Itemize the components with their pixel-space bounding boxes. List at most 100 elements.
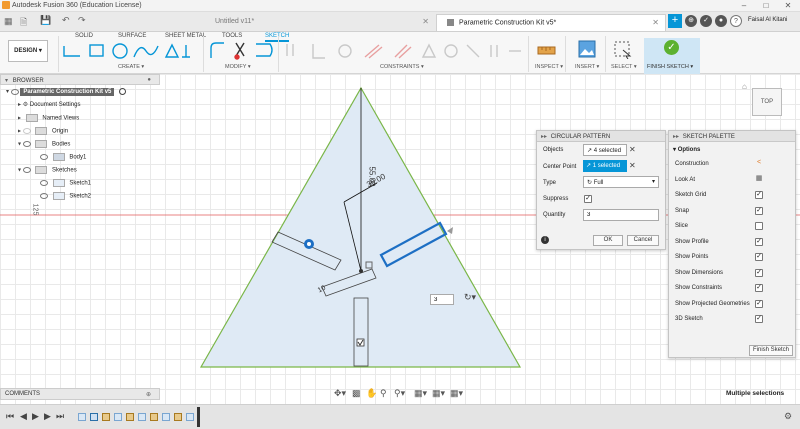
clear-center-icon[interactable]: ✕ [629, 161, 636, 170]
info-icon[interactable]: i [541, 236, 549, 244]
dialog-header[interactable]: ▸▸ CIRCULAR PATTERN [537, 131, 665, 142]
extensions-icon[interactable]: ⊕ [685, 15, 697, 27]
zoom-icon[interactable]: ⚲ [380, 388, 387, 399]
quantity-manipulator-input[interactable] [430, 294, 454, 305]
palette-option-checkbox[interactable]: ✓ [755, 206, 763, 215]
palette-option-checkbox[interactable]: ✓ [755, 268, 763, 277]
look-at-icon[interactable]: ▩ [352, 388, 361, 399]
palette-option-checkbox[interactable]: ✓ [755, 253, 763, 261]
select-icon[interactable] [614, 41, 632, 59]
comments-panel[interactable]: COMMENTS ⊕ [0, 388, 160, 400]
finish-sketch-button[interactable]: ✓ FINISH SKETCH ▾ [644, 38, 700, 74]
browser-item-root[interactable]: ▾ Parametric Construction Kit v5 [6, 88, 127, 100]
palette-option-checkbox[interactable]: ✓ [755, 191, 763, 199]
step-back-icon[interactable]: ◀ [20, 411, 27, 422]
browser-header[interactable]: ▾ BROWSER ● [0, 74, 160, 85]
clear-objects-icon[interactable]: ✕ [629, 145, 636, 154]
timeline-sketch-icon[interactable] [90, 413, 98, 421]
user-name[interactable]: Faisal Al Kitani [748, 17, 787, 23]
go-to-end-icon[interactable]: ⏭ [56, 411, 64, 422]
browser-item-origin[interactable]: ▸ Origin [18, 127, 68, 139]
timeline-sketch-icon[interactable] [186, 413, 194, 421]
inspect-group-label[interactable]: INSPECT ▾ [535, 64, 563, 70]
play-icon[interactable]: ▶ [32, 411, 39, 422]
tab-parametric-kit[interactable]: Parametric Construction Kit v5* ✕ [436, 14, 666, 31]
timeline-extrude-icon[interactable] [102, 413, 110, 421]
type-dropdown[interactable]: ↻ Full ▾ [583, 176, 659, 188]
notifications-icon[interactable]: ● [715, 15, 727, 27]
display-settings-icon[interactable]: ▦▾ [414, 388, 427, 399]
tab-solid[interactable]: SOLID [75, 33, 93, 39]
tab-surface[interactable]: SURFACE [118, 33, 146, 39]
data-panel-icon[interactable]: ▦ [4, 16, 13, 27]
browser-item-sketch2[interactable]: Sketch2 [40, 192, 91, 204]
visibility-icon[interactable] [40, 193, 48, 199]
close-icon[interactable]: ✕ [780, 1, 796, 11]
add-comment-icon[interactable]: ⊕ [146, 391, 151, 398]
quantity-input[interactable] [583, 209, 659, 221]
grid-settings-icon[interactable]: ▦▾ [432, 388, 445, 399]
step-forward-icon[interactable]: ▶ [44, 411, 51, 422]
create-group-label[interactable]: CREATE ▾ [118, 64, 144, 70]
visibility-icon[interactable] [40, 154, 48, 160]
visibility-icon[interactable] [22, 141, 31, 147]
construction-icon[interactable]: < [755, 159, 763, 168]
visibility-icon[interactable] [22, 167, 31, 173]
palette-option-checkbox[interactable]: ✓ [755, 299, 763, 308]
viewcube[interactable]: TOP [752, 88, 782, 116]
suppress-checkbox[interactable]: ✓ [584, 195, 592, 203]
minimize-icon[interactable]: – [736, 1, 752, 11]
timeline-sketch-icon[interactable] [138, 413, 146, 421]
browser-item-named-views[interactable]: ▸ Named Views [18, 114, 79, 126]
tab-tools[interactable]: TOOLS [222, 33, 242, 39]
visibility-icon[interactable] [22, 128, 31, 134]
help-icon[interactable]: ? [730, 15, 742, 27]
file-menu-icon[interactable]: 🗎 [20, 15, 27, 31]
viewports-icon[interactable]: ▦▾ [450, 388, 463, 399]
finish-sketch-palette-button[interactable]: Finish Sketch [749, 345, 793, 356]
fit-icon[interactable]: ⚲▾ [394, 388, 405, 399]
options-section[interactable]: ▾ Options [673, 146, 700, 153]
activate-icon[interactable] [119, 88, 127, 95]
palette-option-checkbox[interactable]: ✓ [755, 315, 763, 323]
home-view-icon[interactable]: ⌂ [742, 82, 747, 91]
save-icon[interactable]: 💾 [40, 15, 51, 26]
select-group-label[interactable]: SELECT ▾ [611, 64, 637, 70]
insert-group-label[interactable]: INSERT ▾ [575, 64, 599, 70]
browser-pin-icon[interactable]: ● [147, 77, 151, 83]
timeline-sketch-icon[interactable] [78, 413, 86, 421]
tab-close-icon[interactable]: ✕ [422, 17, 429, 26]
visibility-icon[interactable] [10, 88, 19, 95]
palette-option-checkbox[interactable]: ✓ [755, 284, 763, 292]
constraints-group-label[interactable]: CONSTRAINTS ▾ [380, 64, 424, 70]
new-tab-icon[interactable]: + [668, 14, 682, 28]
objects-selector[interactable]: ↗ 4 selected [583, 144, 627, 156]
timeline-extrude-icon[interactable] [126, 413, 134, 421]
palette-option-checkbox[interactable] [755, 222, 763, 230]
tab-sheet-metal[interactable]: SHEET METAL [165, 33, 206, 39]
visibility-icon[interactable] [40, 180, 48, 186]
rotate-manipulator-icon[interactable]: ↻▾ [464, 292, 476, 303]
cancel-button[interactable]: Cancel [627, 235, 659, 246]
modify-group-label[interactable]: MODIFY ▾ [225, 64, 251, 70]
go-to-start-icon[interactable]: ⏮ [6, 411, 14, 422]
palette-option-checkbox[interactable]: ✓ [755, 237, 763, 246]
look-at-icon[interactable]: ▦ [755, 175, 763, 184]
timeline-extrude-icon[interactable] [174, 413, 182, 421]
timeline-settings-icon[interactable]: ⚙ [784, 411, 792, 422]
undo-icon[interactable]: ↶ [62, 15, 70, 26]
timeline-extrude-icon[interactable] [150, 413, 158, 421]
insert-image-icon[interactable] [578, 40, 596, 58]
measure-icon[interactable] [537, 44, 557, 58]
browser-item-sketch1[interactable]: Sketch1 [40, 179, 91, 191]
maximize-icon[interactable]: □ [758, 1, 774, 11]
tab-close-icon[interactable]: ✕ [652, 18, 659, 27]
workspace-switcher[interactable]: DESIGN ▾ [8, 40, 48, 62]
timeline-marker[interactable] [197, 407, 200, 427]
pan-icon[interactable]: ✋ [366, 388, 377, 399]
browser-item-document-settings[interactable]: ▸ ⚙ Document Settings [18, 101, 80, 113]
browser-item-sketches[interactable]: ▾ Sketches [18, 166, 77, 178]
center-point-selector[interactable]: ↗ 1 selected [583, 160, 627, 172]
browser-item-bodies[interactable]: ▾ Bodies [18, 140, 70, 152]
palette-header[interactable]: ▸▸ SKETCH PALETTE [669, 131, 795, 142]
